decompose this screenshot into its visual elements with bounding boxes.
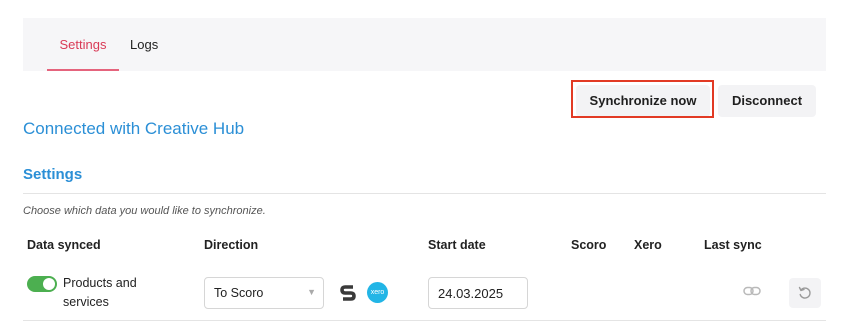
xero-logo: xero [367, 282, 388, 303]
scoro-logo [340, 285, 356, 301]
connection-status-heading: Connected with Creative Hub [23, 119, 245, 138]
settings-section-title: Settings [23, 166, 83, 183]
link-icon [743, 286, 761, 296]
direction-value: To Scoro [214, 286, 264, 300]
tab-logs[interactable]: Logs [130, 18, 158, 71]
row-divider [23, 320, 826, 321]
row-label: Products and services [63, 276, 137, 309]
header-scoro: Scoro [571, 238, 607, 252]
highlight-box [571, 80, 714, 118]
chevron-down-icon: ▼ [307, 287, 316, 297]
header-direction: Direction [204, 238, 259, 252]
settings-hint: Choose which data you would like to sync… [23, 205, 266, 217]
undo-icon [798, 286, 811, 299]
header-last-sync: Last sync [704, 238, 762, 252]
direction-select[interactable]: To Scoro ▼ [204, 277, 324, 309]
section-divider [23, 193, 826, 194]
header-start-date: Start date [428, 238, 486, 252]
disconnect-button[interactable]: Disconnect [718, 85, 816, 117]
header-data-synced: Data synced [27, 238, 101, 252]
sync-toggle[interactable] [27, 276, 57, 292]
start-date-input[interactable] [428, 277, 528, 309]
tab-bar: Settings Logs [23, 18, 826, 71]
reset-sync-button[interactable] [789, 278, 821, 308]
header-xero: Xero [634, 238, 662, 252]
tab-settings[interactable]: Settings [47, 18, 119, 71]
